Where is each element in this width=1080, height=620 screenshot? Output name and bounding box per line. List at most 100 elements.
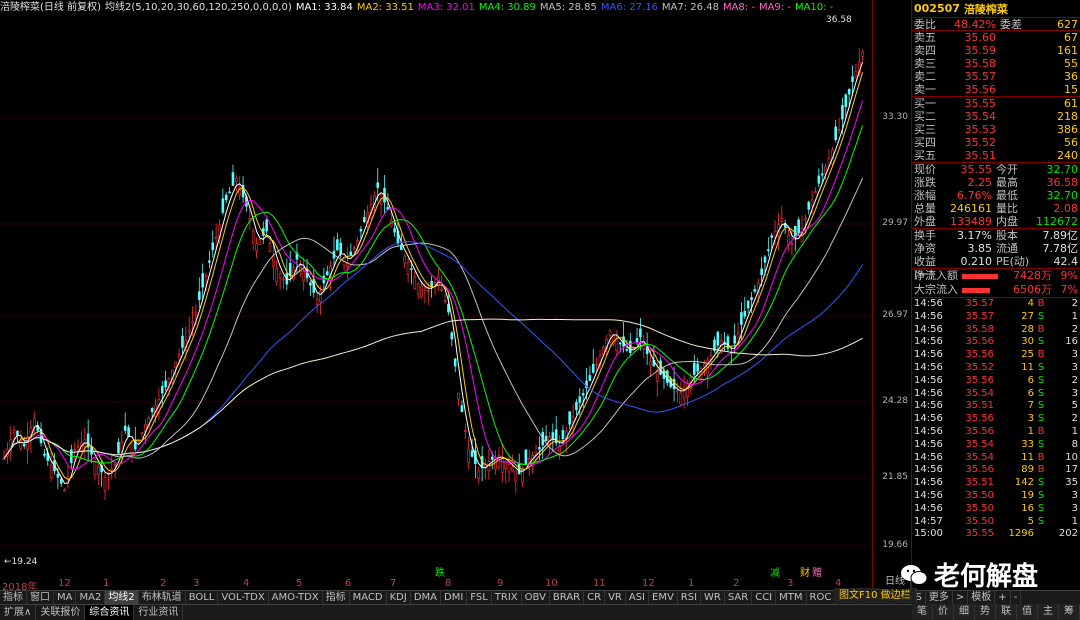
bottom-tab[interactable]: 关联报价 [36, 605, 86, 620]
indicator-tab[interactable]: ROC [807, 591, 836, 604]
candle [177, 354, 181, 357]
indicator-tab[interactable]: BOLL [186, 591, 219, 604]
tick-list[interactable]: 14:56 35.57 4 B 2 14:56 35.57 27 S 1 14:56 35.58 28 B… [912, 298, 1080, 541]
tick-volume: 11 [1021, 361, 1034, 373]
bottom-tab[interactable]: 综合资讯 [85, 605, 135, 620]
tick-price: 35.54 [965, 451, 994, 463]
indicator-tab[interactable]: 均线2 [105, 591, 139, 604]
tick-direction: S [1037, 361, 1045, 373]
high-marker: 36.58 [826, 15, 852, 25]
bottom-tab[interactable]: 行业资讯 [134, 605, 184, 620]
book-price: 35.57 [964, 70, 997, 83]
candle [235, 177, 238, 182]
time-axis-label: 11 [593, 578, 606, 589]
candle [211, 242, 215, 251]
fund-flow-row: 净流入额 7428万 9% [912, 269, 1080, 283]
quote-footer-tab[interactable]: 细 [954, 604, 975, 620]
tick-count: 3 [1071, 502, 1078, 514]
tick-direction: S [1037, 413, 1045, 425]
indicator-tab[interactable]: DMI [441, 591, 468, 604]
candle [258, 239, 262, 245]
stat-label: 涨跌 [914, 176, 936, 189]
indicator-tab[interactable]: BRAR [550, 591, 585, 604]
indicator-tab[interactable]: VR [605, 591, 626, 604]
candle [841, 105, 844, 120]
indicator-tab[interactable]: ASI [626, 591, 649, 604]
book-volume: 15 [1064, 83, 1078, 96]
stat-label: 收益(一) [914, 255, 936, 281]
candle [851, 76, 854, 82]
candle [63, 489, 66, 492]
event-label-die[interactable]: 跌 [435, 566, 445, 578]
tick-count: 1 [1071, 515, 1078, 527]
candle [733, 335, 736, 344]
indicator-tab[interactable]: TRIX [492, 591, 522, 604]
kline-chart[interactable]: 36.58 ←19.24 跌 减 财赠 [0, 0, 872, 578]
indicator-tab[interactable]: MTM [776, 591, 807, 604]
ask-row: 卖一 35.56 15 [912, 83, 1080, 96]
indicator-tab[interactable]: MA [54, 591, 77, 604]
tick-price: 35.56 [965, 464, 994, 476]
indicator-tab[interactable]: MACD [350, 591, 387, 604]
tick-count: 17 [1065, 464, 1078, 476]
indicator-tab[interactable]: WR [701, 591, 725, 604]
quote-footer-tab[interactable]: 笔 [912, 604, 933, 620]
candle [470, 450, 474, 457]
tick-row: 14:56 35.50 19 S 3 [912, 490, 1080, 503]
quote-footer-tab[interactable]: 价 [933, 604, 954, 620]
event-label-jian[interactable]: 减 [770, 567, 780, 578]
indicator-tab[interactable]: KDJ [387, 591, 411, 604]
tick-price: 35.54 [965, 438, 994, 450]
indicator-tab[interactable]: DMA [411, 591, 442, 604]
tick-direction: S [1037, 336, 1045, 348]
candle [591, 363, 595, 373]
event-label-cai[interactable]: 财 [800, 566, 810, 578]
indicator-tab[interactable]: CR [584, 591, 606, 604]
candle [561, 430, 565, 440]
stat-label: 最高 [996, 176, 1018, 189]
candle [763, 256, 767, 263]
tick-volume: 1296 [1008, 528, 1034, 540]
indicator-tab[interactable]: 布林轨道 [139, 591, 186, 604]
quote-footer-tab[interactable]: 值 [1017, 604, 1038, 620]
indicator-tab[interactable]: AMO-TDX [269, 591, 323, 604]
indicator-tab[interactable]: EMV [649, 591, 678, 604]
indicator-tab[interactable]: 指标 [0, 591, 27, 604]
indicator-tab[interactable]: OBV [522, 591, 550, 604]
fund-flow-label: 净流入额 [914, 269, 958, 282]
tick-row: 14:56 35.54 6 S 3 [912, 388, 1080, 401]
fund-flow-block: 净流入额 7428万 9% 大宗流入 6506万 7% [912, 269, 1080, 298]
quote-footer-tab[interactable]: 主 [1038, 604, 1059, 620]
tick-row: 14:56 35.56 6 S 2 [912, 375, 1080, 388]
tick-price: 35.56 [965, 349, 994, 361]
indicator-tab[interactable]: VOL-TDX [218, 591, 269, 604]
candle [59, 478, 63, 484]
candle [804, 218, 807, 220]
candle [440, 288, 444, 291]
indicator-tab[interactable]: MA2 [76, 591, 106, 604]
book-price: 35.58 [964, 57, 997, 70]
tick-time: 14:56 [914, 298, 943, 309]
book-volume: 67 [1064, 31, 1078, 44]
quote-footer-tab[interactable]: 联 [996, 604, 1017, 620]
event-label-zeng[interactable]: 赠 [812, 566, 822, 578]
indicator-tab[interactable]: SAR [725, 591, 753, 604]
tick-row: 14:56 35.56 1 B 1 [912, 426, 1080, 439]
indicator-tab[interactable]: 指标 [323, 591, 350, 604]
kline-chart-panel[interactable]: 36.58 ←19.24 跌 减 财赠 涪陵榨菜(日线 前复权) 均线2(5,10,20,… [0, 0, 910, 593]
quote-footer-tab[interactable]: 筹 [1059, 604, 1080, 620]
time-axis-label: 10 [545, 578, 558, 589]
tick-volume: 19 [1021, 489, 1034, 501]
candle [96, 466, 100, 476]
tick-volume: 89 [1021, 464, 1034, 476]
tick-time: 14:56 [914, 349, 943, 361]
stock-name[interactable]: 涪陵榨菜 [964, 1, 1008, 17]
bottom-tab[interactable]: 扩展∧ [0, 605, 37, 620]
tick-volume: 25 [1021, 349, 1034, 361]
quote-footer-tab[interactable]: 势 [975, 604, 996, 620]
indicator-tab[interactable]: RSI [678, 591, 702, 604]
indicator-tab[interactable]: CCI [752, 591, 777, 604]
indicator-tab[interactable]: 窗口 [27, 591, 54, 604]
indicator-tab[interactable]: FSL [467, 591, 492, 604]
tick-time: 14:56 [914, 413, 943, 425]
